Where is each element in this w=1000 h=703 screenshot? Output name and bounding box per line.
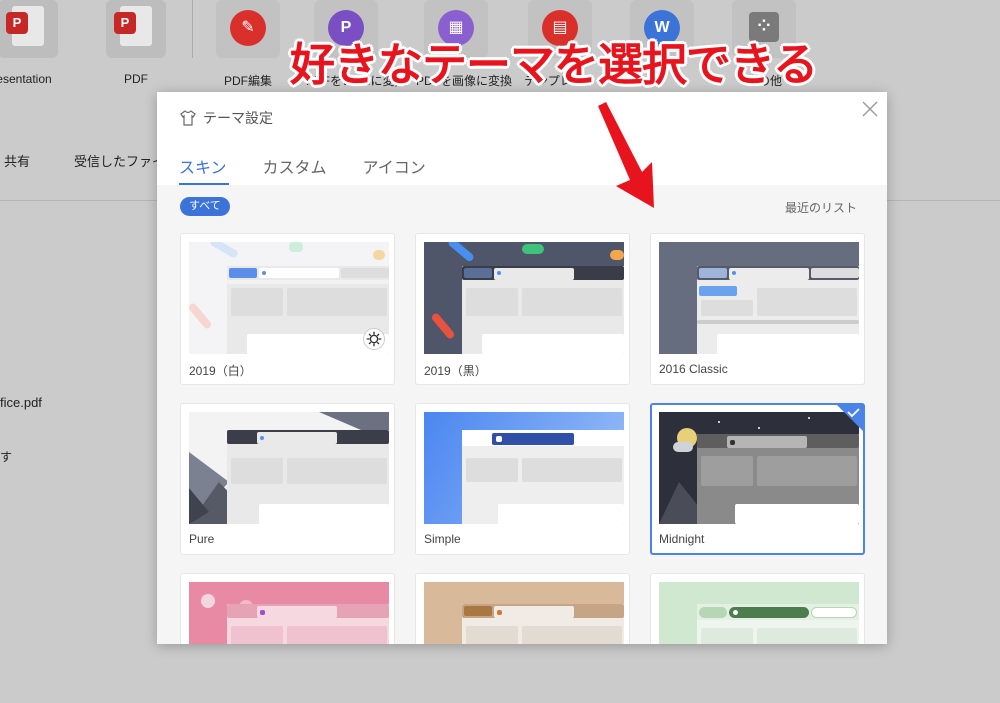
pdf-edit-icon: ✎: [216, 0, 280, 58]
theme-card[interactable]: 2016 Classic: [650, 233, 865, 385]
theme-card[interactable]: Simple: [415, 403, 630, 555]
toolbar-label: PDF編集: [223, 74, 272, 88]
theme-name: Simple: [424, 532, 461, 546]
close-icon[interactable]: [861, 100, 879, 118]
theme-preview: [424, 582, 624, 644]
theme-preview: [659, 412, 859, 524]
theme-card[interactable]: Midnight: [650, 403, 865, 555]
text-fragment: す: [0, 450, 13, 464]
toolbar-label: Presentation: [0, 72, 52, 86]
theme-card[interactable]: [180, 573, 395, 644]
toolbar-divider: [192, 0, 193, 58]
theme-preview: [659, 242, 859, 354]
theme-name: 2019（白）: [189, 364, 252, 378]
filter-row: すべて 最近のリスト: [180, 196, 857, 216]
pdf-icon: P: [106, 0, 166, 58]
selected-check-icon: [837, 405, 863, 431]
toolbar-presentation[interactable]: P Presentation: [0, 0, 72, 86]
annotation-arrow-icon: [598, 102, 654, 208]
dialog-title-text: テーマ設定: [203, 110, 273, 126]
nav-share[interactable]: 共有: [4, 151, 30, 170]
gear-icon[interactable]: [363, 328, 385, 350]
theme-preview: [189, 582, 389, 644]
theme-preview: [659, 582, 859, 644]
recent-list-link[interactable]: 最近のリスト: [785, 199, 857, 216]
theme-preview: [424, 412, 624, 524]
theme-card[interactable]: 2019（黒）: [415, 233, 630, 385]
theme-card[interactable]: [415, 573, 630, 644]
theme-preview: [189, 412, 389, 524]
tab-bar: スキン カスタム アイコン: [179, 154, 426, 185]
theme-settings-dialog: テーマ設定 スキン カスタム アイコン すべて 最近のリスト 2019（白） 2…: [157, 92, 887, 644]
presentation-icon: P: [0, 0, 58, 58]
theme-name: 2019（黒）: [424, 364, 487, 378]
annotation-caption: 好きなテーマを選択できる: [290, 39, 818, 90]
dialog-title: テーマ設定: [179, 108, 273, 128]
theme-card[interactable]: Pure: [180, 403, 395, 555]
theme-card[interactable]: 2019（白）: [180, 233, 395, 385]
toolbar-pdf-edit[interactable]: ✎ PDF編集: [208, 0, 288, 88]
theme-card[interactable]: [650, 573, 865, 644]
theme-name: Pure: [189, 532, 215, 546]
filter-all-chip[interactable]: すべて: [180, 197, 230, 216]
theme-preview: [189, 242, 389, 354]
file-name[interactable]: fice.pdf: [0, 395, 42, 410]
tab-icon[interactable]: アイコン: [363, 154, 426, 185]
theme-name: Midnight: [659, 532, 705, 546]
toolbar-pdf[interactable]: P PDF: [96, 0, 176, 86]
shirt-icon: [180, 110, 196, 126]
tab-skin[interactable]: スキン: [179, 154, 229, 185]
theme-name: 2016 Classic: [659, 362, 728, 376]
tab-custom[interactable]: カスタム: [263, 154, 327, 185]
toolbar-label: PDF: [124, 72, 148, 86]
dialog-header: テーマ設定 スキン カスタム アイコン: [157, 92, 887, 185]
theme-preview: [424, 242, 624, 354]
